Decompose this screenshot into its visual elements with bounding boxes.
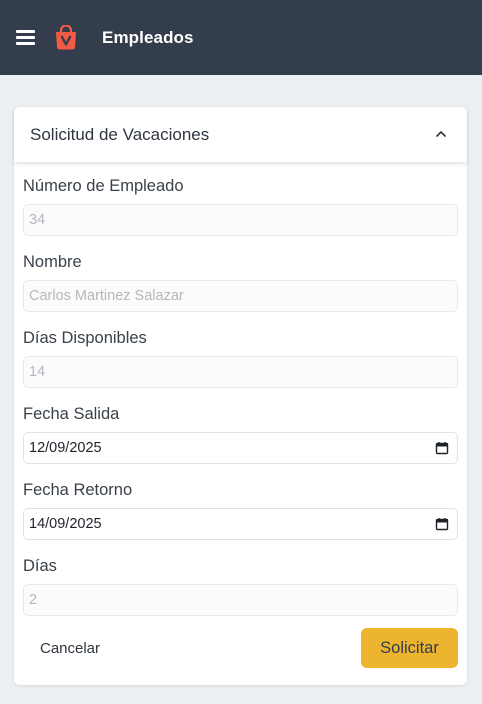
available-days-label: Días Disponibles bbox=[23, 329, 147, 347]
card-header[interactable]: Solicitud de Vacaciones bbox=[14, 107, 467, 162]
chevron-up-icon[interactable] bbox=[434, 127, 448, 141]
days-label: Días bbox=[23, 557, 57, 575]
calendar-icon[interactable] bbox=[435, 517, 449, 531]
employee-number-label: Número de Empleado bbox=[23, 177, 184, 195]
calendar-icon[interactable] bbox=[435, 441, 449, 455]
top-navigation-bar: Empleados bbox=[0, 0, 482, 75]
name-field: Carlos Martinez Salazar bbox=[23, 280, 458, 312]
name-label: Nombre bbox=[23, 253, 82, 271]
departure-date-value: 12/09/2025 bbox=[29, 440, 102, 456]
submit-button[interactable]: Solicitar bbox=[361, 628, 458, 668]
shopping-bag-logo-icon bbox=[56, 25, 76, 50]
hamburger-menu-icon[interactable] bbox=[16, 28, 36, 46]
return-date-label: Fecha Retorno bbox=[23, 481, 133, 499]
return-date-value: 14/09/2025 bbox=[29, 516, 102, 532]
return-date-input[interactable]: 14/09/2025 bbox=[23, 508, 458, 540]
departure-date-input[interactable]: 12/09/2025 bbox=[23, 432, 458, 464]
available-days-field: 14 bbox=[23, 356, 458, 388]
departure-date-label: Fecha Salida bbox=[23, 405, 120, 423]
app-title: Empleados bbox=[102, 28, 194, 47]
days-field: 2 bbox=[23, 584, 458, 616]
form-title: Solicitud de Vacaciones bbox=[30, 125, 210, 144]
employee-number-field: 34 bbox=[23, 204, 458, 236]
cancel-button[interactable]: Cancelar bbox=[27, 628, 113, 668]
vacation-request-card: Solicitud de Vacaciones Número de Emplea… bbox=[14, 107, 467, 685]
